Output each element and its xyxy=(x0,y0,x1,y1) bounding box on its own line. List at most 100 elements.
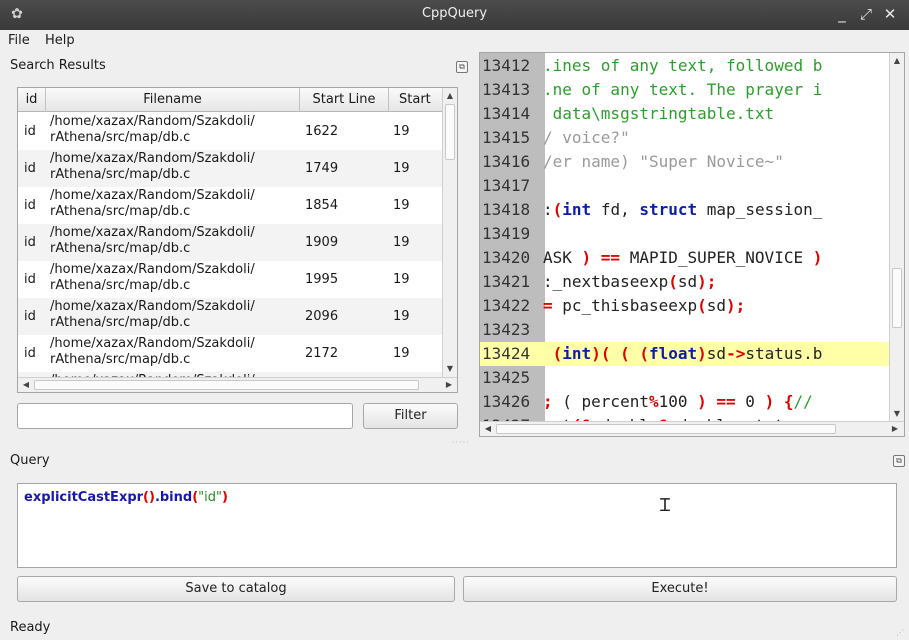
query-paren: () xyxy=(143,490,155,505)
code-token: ); xyxy=(726,296,746,315)
cell-start-line: 2172 xyxy=(305,346,339,361)
scroll-thumb[interactable] xyxy=(445,104,455,160)
line-number: 13419 xyxy=(482,224,531,243)
scroll-left-icon[interactable]: ◀ xyxy=(19,378,33,392)
code-token: sd xyxy=(706,296,727,315)
line-number: 13414 xyxy=(482,104,531,123)
execute-button[interactable]: Execute! xyxy=(463,576,897,602)
table-hscrollbar[interactable]: ◀ ▶ xyxy=(18,377,457,392)
cell-start: 19 xyxy=(393,346,410,361)
code-token: ( xyxy=(668,272,678,291)
window-title: CppQuery xyxy=(421,6,488,21)
code-scroll-up-icon[interactable]: ▲ xyxy=(890,54,904,68)
code-token: int xyxy=(562,200,592,219)
code-line: 13412 .ines of any text, followed b xyxy=(480,54,891,78)
status-text: Ready xyxy=(10,620,51,635)
cell-filename: /home/xazax/Random/Szakdoli/ rAthena/src… xyxy=(50,225,255,256)
code-token: sd xyxy=(706,344,727,363)
cell-id: id xyxy=(24,198,36,213)
code-line: 13424 (int)( ( (float)sd->status.b xyxy=(480,342,891,366)
scroll-up-icon[interactable]: ▲ xyxy=(443,89,457,103)
code-token: ( xyxy=(552,344,563,363)
query-text: explicitCastExpr().bind("id") xyxy=(24,490,228,505)
table-vscrollbar[interactable]: ▲ ▼ xyxy=(442,88,457,378)
code-line: 13423 xyxy=(480,318,891,342)
line-number: 13423 xyxy=(482,320,531,339)
code-view[interactable]: 13412 .ines of any text, followed b 13413.… xyxy=(479,52,905,437)
code-token: ; xyxy=(543,392,563,411)
table-row[interactable]: id/home/xazax/Random/Szakdoli/ rAthena/s… xyxy=(18,113,443,150)
code-hscrollbar[interactable]: ◀ ▶ xyxy=(480,421,904,436)
line-text: /er name) "Super Novice~" xyxy=(543,150,784,174)
undock-query-icon[interactable]: ⧉ xyxy=(893,455,905,467)
maximize-icon[interactable]: ⤢ xyxy=(856,4,876,24)
code-token: = xyxy=(543,296,563,315)
cell-start: 19 xyxy=(393,272,410,287)
close-icon[interactable]: ✕ xyxy=(880,4,900,24)
code-scroll-right-icon[interactable]: ▶ xyxy=(888,422,902,436)
code-token: ) == xyxy=(581,248,621,267)
col-start-line[interactable]: Start Line xyxy=(300,88,389,112)
table-row[interactable]: id/home/xazax/Random/Szakdoli/ rAthena/s… xyxy=(18,187,443,224)
save-to-catalog-button[interactable]: Save to catalog xyxy=(17,576,455,602)
scroll-right-icon[interactable]: ▶ xyxy=(442,378,456,392)
code-token: float xyxy=(648,344,698,363)
line-number: 13422 xyxy=(482,296,531,315)
code-token: 100 xyxy=(658,392,698,411)
code-token: map_session_ xyxy=(697,200,823,219)
menu-help[interactable]: Help xyxy=(45,33,75,48)
line-number: 13417 xyxy=(482,176,531,195)
code-scroll-down-icon[interactable]: ▼ xyxy=(890,407,904,421)
code-line: 13417 xyxy=(480,174,891,198)
filter-button[interactable]: Filter xyxy=(363,403,458,429)
cell-filename: /home/xazax/Random/Szakdoli/ rAthena/src… xyxy=(50,114,255,145)
code-token: :_nextbaseexp xyxy=(543,272,669,291)
code-token: ) == xyxy=(697,392,736,411)
table-row[interactable]: id/home/xazax/Random/Szakdoli/ rAthena/s… xyxy=(18,150,443,187)
undock-search-icon[interactable]: ⧉ xyxy=(456,61,468,73)
code-token: : xyxy=(543,200,553,219)
code-token: ( xyxy=(552,200,563,219)
cell-filename: /home/xazax/Random/Szakdoli/ rAthena/src… xyxy=(50,336,255,367)
resize-grip[interactable]: ⋰ xyxy=(896,628,905,637)
code-scroll-thumb[interactable] xyxy=(892,268,902,328)
menu-file[interactable]: File xyxy=(8,33,30,48)
cell-filename: /home/xazax/Random/Szakdoli/ rAthena/src… xyxy=(50,262,255,293)
scroll-down-icon[interactable]: ▼ xyxy=(443,362,457,376)
line-number: 13418 xyxy=(482,200,531,219)
cell-start-line: 2096 xyxy=(305,309,339,324)
cell-start-line: 1622 xyxy=(305,124,339,139)
line-text: ; ( percent%100 ) == 0 ) {// xyxy=(543,390,813,414)
col-filename[interactable]: Filename xyxy=(46,88,300,112)
code-scroll-left-icon[interactable]: ◀ xyxy=(481,422,495,436)
col-start[interactable]: Start xyxy=(389,88,443,112)
splitter-grip[interactable]: ····· xyxy=(452,438,470,447)
code-vscrollbar[interactable]: ▲ ▼ xyxy=(889,53,904,423)
line-number: 13416 xyxy=(482,152,531,171)
table-row[interactable]: id/home/xazax/Random/Szakdoli/ rAthena/s… xyxy=(18,224,443,261)
col-id[interactable]: id xyxy=(18,88,46,112)
code-token: ( percent xyxy=(562,392,649,411)
code-line: 13418 :(int fd, struct map_session_ xyxy=(480,198,891,222)
results-table: id Filename Start Line Start id/home/xaz… xyxy=(17,87,458,393)
code-line: 13413 .ne of any text. The prayer i xyxy=(480,78,891,102)
line-text: :(int fd, struct map_session_ xyxy=(543,198,822,222)
table-row[interactable]: id/home/xazax/Random/Szakdoli/ rAthena/s… xyxy=(18,261,443,298)
code-line: 13420 ASK ) == MAPID_SUPER_NOVICE ) xyxy=(480,246,891,270)
code-token: struct xyxy=(639,200,698,219)
cell-id: id xyxy=(24,346,36,361)
table-row[interactable]: id/home/xazax/Random/Szakdoli/ rAthena/s… xyxy=(18,335,443,372)
cell-start: 19 xyxy=(393,309,410,324)
query-string: "id" xyxy=(198,490,222,505)
code-hscroll-thumb[interactable] xyxy=(496,424,836,434)
query-editor[interactable]: explicitCastExpr().bind("id") xyxy=(17,483,897,568)
table-row[interactable]: id/home/xazax/Random/Szakdoli/ rAthena/s… xyxy=(18,298,443,335)
code-token: MAPID_SUPER_NOVICE xyxy=(620,248,813,267)
minimize-icon[interactable]: _ xyxy=(832,4,852,24)
hscroll-thumb[interactable] xyxy=(34,380,419,390)
filter-input[interactable] xyxy=(17,403,353,429)
cell-filename: /home/xazax/Random/Szakdoli/ rAthena/src… xyxy=(50,188,255,219)
code-token: ); xyxy=(697,272,717,291)
code-token: sd xyxy=(677,272,698,291)
